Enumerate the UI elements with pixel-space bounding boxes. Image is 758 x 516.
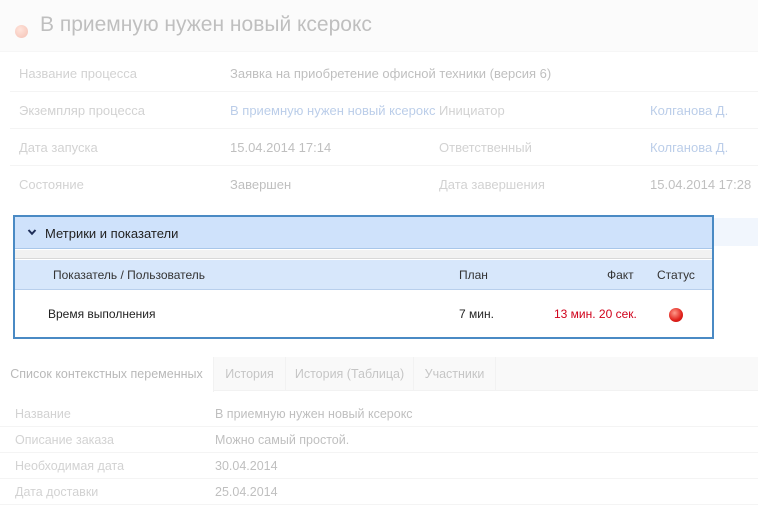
context-variables-table: Название В приемную нужен новый ксерокс … [0, 401, 758, 505]
metric-name: Время выполнения [48, 307, 156, 321]
info-value: 15.04.2014 17:28 [650, 177, 752, 192]
variable-label: Необходимая дата [15, 459, 125, 473]
variable-label: Дата доставки [15, 485, 99, 499]
process-info-table: Название процесса Заявка на приобретение… [10, 55, 758, 203]
metrics-panel-header[interactable]: Метрики и показатели [15, 217, 712, 249]
page-header: В приемную нужен новый ксерокс [0, 0, 758, 52]
info-value: Заявка на приобретение офисной техники (… [230, 66, 552, 81]
column-header-status[interactable]: Статус [657, 268, 695, 282]
variable-label: Название [15, 407, 71, 421]
table-row: Дата доставки 25.04.2014 [0, 479, 758, 505]
instance-link[interactable]: В приемную нужен новый ксерокс [230, 103, 435, 118]
info-label: Дата завершения [439, 177, 545, 192]
column-header-plan[interactable]: План [459, 268, 488, 282]
tab-participants[interactable]: Участники [414, 357, 496, 391]
variable-value: Можно самый простой. [215, 433, 350, 447]
info-row-instance: Экземпляр процесса В приемную нужен новы… [10, 92, 758, 129]
column-header-metric[interactable]: Показатель / Пользователь [53, 268, 205, 282]
variable-label: Описание заказа [15, 433, 114, 447]
column-header-fact[interactable]: Факт [607, 268, 634, 282]
info-value: Завершен [230, 177, 292, 192]
page-title: В приемную нужен новый ксерокс [40, 13, 372, 36]
variable-value: В приемную нужен новый ксерокс [215, 407, 413, 421]
info-label: Состояние [19, 177, 84, 192]
info-label: Инициатор [439, 103, 505, 118]
info-label: Название процесса [19, 66, 137, 81]
info-value: 15.04.2014 17:14 [230, 140, 332, 155]
info-label: Ответственный [439, 140, 532, 155]
info-row-state: Состояние Завершен Дата завершения 15.04… [10, 166, 758, 203]
metrics-panel-title: Метрики и показатели [45, 226, 179, 241]
status-overdue-icon [669, 308, 683, 322]
variable-value: 25.04.2014 [215, 485, 278, 499]
metrics-panel: Метрики и показатели Показатель / Пользо… [13, 215, 714, 339]
panel-header-strip [712, 218, 758, 246]
tab-history[interactable]: История [214, 357, 286, 391]
metric-plan: 7 мин. [459, 307, 494, 321]
panel-toolbar-spacer [15, 250, 712, 259]
chevron-down-icon[interactable] [27, 227, 37, 237]
info-row-process-name: Название процесса Заявка на приобретение… [10, 55, 758, 92]
initiator-link[interactable]: Колганова Д. [650, 103, 728, 118]
table-row: Необходимая дата 30.04.2014 [0, 453, 758, 479]
tab-context-variables[interactable]: Список контекстных переменных [0, 357, 214, 392]
bottom-tabs: Список контекстных переменных История Ис… [0, 357, 758, 392]
metric-fact: 13 мин. 20 сек. [554, 307, 637, 321]
info-row-start-date: Дата запуска 15.04.2014 17:14 Ответствен… [10, 129, 758, 166]
metrics-column-header: Показатель / Пользователь План Факт Стат… [15, 260, 712, 290]
tab-history-table[interactable]: История (Таблица) [286, 357, 414, 391]
info-label: Дата запуска [19, 140, 98, 155]
process-status-icon [15, 25, 28, 38]
info-label: Экземпляр процесса [19, 103, 145, 118]
responsible-link[interactable]: Колганова Д. [650, 140, 728, 155]
table-row: Название В приемную нужен новый ксерокс [0, 401, 758, 427]
table-row: Описание заказа Можно самый простой. [0, 427, 758, 453]
variable-value: 30.04.2014 [215, 459, 278, 473]
table-row[interactable]: Время выполнения 7 мин. 13 мин. 20 сек. [15, 291, 712, 337]
